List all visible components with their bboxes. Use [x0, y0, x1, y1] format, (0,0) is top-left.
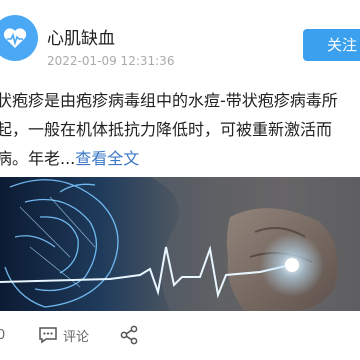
post-actions: 0 评论: [0, 311, 360, 360]
comment-label: 评论: [63, 329, 90, 345]
like-button[interactable]: 0: [0, 324, 5, 346]
post-body: 状疱疹是由疱疹病毒组中的水痘-带状疱疹病毒所 起，一般在机体抵抗力降低时，可被重…: [0, 86, 360, 173]
read-more-link[interactable]: 查看全文: [75, 149, 139, 168]
post-line-1: 状疱疹是由疱疹病毒组中的水痘-带状疱疹病毒所: [0, 91, 338, 110]
share-button[interactable]: [119, 324, 144, 346]
avatar[interactable]: [0, 15, 38, 61]
post-image[interactable]: [0, 177, 360, 311]
post-header: 心肌缺血 2022-01-09 12:31:36 关注: [0, 0, 360, 80]
post-timestamp: 2022-01-09 12:31:36: [47, 54, 175, 68]
comment-icon: [39, 327, 57, 344]
avatar-heart-icon: [3, 28, 27, 48]
post-line-2: 起，一般在机体抵抗力降低时，可被重新激活而: [0, 120, 333, 139]
author-name[interactable]: 心肌缺血: [47, 24, 115, 49]
follow-button[interactable]: 关注: [303, 29, 360, 61]
post-line-3-text: 病。年老...: [0, 149, 76, 168]
comment-button[interactable]: 评论: [38, 324, 89, 346]
post-line-3: 病。年老...查看全文: [0, 144, 360, 173]
like-count: 0: [0, 327, 6, 343]
share-icon: [120, 325, 138, 345]
heartbeat-illustration: [0, 177, 360, 311]
